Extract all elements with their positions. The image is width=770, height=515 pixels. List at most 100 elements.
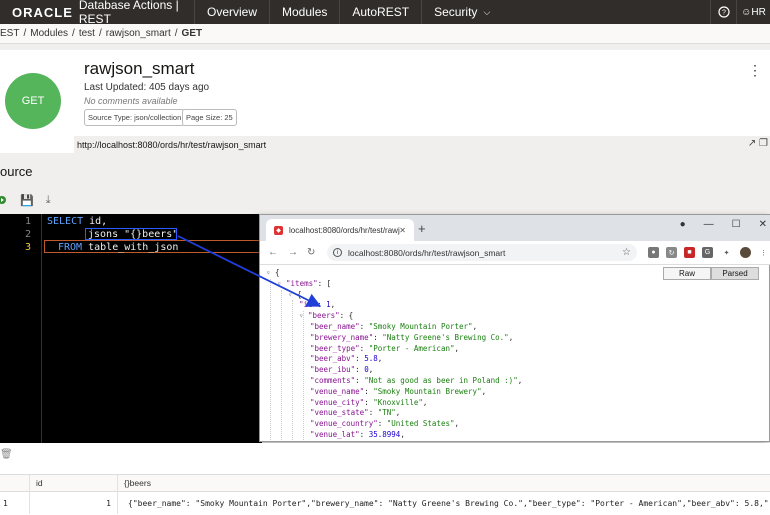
tab-title: localhost:8080/ords/hr/test/rawj [289, 225, 400, 235]
puzzle-icon[interactable]: ✦ [721, 247, 732, 258]
json-key: "beer_abv" [310, 354, 356, 364]
json-key: "venue_country" [310, 419, 378, 429]
user-menu[interactable]: ☺ HR [736, 0, 770, 24]
indent-guide [281, 289, 282, 441]
json-key: "beers" [308, 311, 340, 321]
json-key: "items" [286, 278, 318, 288]
json-line: ▿ { [288, 290, 302, 299]
indent-guide [303, 311, 304, 441]
browser-tab[interactable]: ◆ localhost:8080/ords/hr/test/rawj ✕ [266, 219, 414, 241]
favicon-icon: ◆ [274, 225, 283, 235]
minimize-icon[interactable]: — [704, 219, 714, 230]
menu-icon[interactable]: ⋮ [758, 247, 769, 258]
json-key: "venue_lat" [310, 430, 360, 439]
profile-icon[interactable]: ● [680, 219, 686, 230]
code-text: id, [83, 216, 108, 227]
source-type-chip: Source Type: json/collection [84, 109, 186, 126]
user-icon: ☺ [741, 6, 752, 18]
nav-autorest[interactable]: AutoREST [339, 0, 421, 24]
extension-icon[interactable]: ● [648, 247, 659, 258]
collapse-toggle-icon[interactable]: ▿ [288, 290, 297, 299]
browser-window: ◆ localhost:8080/ords/hr/test/rawj ✕ + ●… [259, 214, 770, 442]
json-value: : { [339, 311, 354, 321]
breadcrumb-item[interactable]: test [79, 28, 95, 39]
open-external-icon[interactable]: ↗ ❐ [748, 138, 768, 149]
json-value: "Porter - American" [368, 343, 455, 353]
extension-icon[interactable]: ↻ [666, 247, 677, 258]
nav-modules[interactable]: Modules [269, 0, 339, 24]
nav-security[interactable]: Security ⌵ [421, 0, 502, 24]
reload-icon[interactable]: ↻ [307, 247, 315, 258]
json-line: "venue_country": "United States", [310, 419, 460, 429]
page-size-chip: Page Size: 25 [182, 109, 237, 126]
json-line: ▿ "items": [ [277, 279, 331, 288]
line-number: 1 [24, 216, 31, 227]
breadcrumb-item[interactable]: Modules [30, 28, 68, 39]
run-icon[interactable] [0, 195, 8, 205]
breadcrumb-sep: / [23, 28, 27, 39]
brand[interactable]: ORACLE Database Actions | REST [0, 0, 194, 26]
collapse-toggle-icon[interactable]: ▿ [266, 268, 275, 277]
help-icon[interactable]: ? [710, 0, 736, 24]
rownum-header [0, 475, 30, 491]
close-tab-icon[interactable]: ✕ [399, 226, 406, 235]
user-name: HR [751, 6, 766, 18]
source-toolbar: 💾 ⤓ [0, 190, 51, 210]
browser-tab-bar: ◆ localhost:8080/ords/hr/test/rawj ✕ + ●… [260, 215, 770, 241]
json-value: "Knoxville" [373, 397, 423, 407]
column-header-id[interactable]: id [30, 475, 118, 491]
sql-editor[interactable]: 1 2 3 SELECT id, jsons "{}beers" FROM ta… [0, 214, 262, 443]
forward-icon[interactable]: → [288, 247, 298, 258]
trash-icon[interactable]: 🗑 [0, 449, 13, 460]
json-key: "venue_city" [310, 397, 365, 407]
table-row[interactable]: 1 1 {"beer_name": "Smoky Mountain Porter… [0, 492, 770, 514]
json-line: "venue_lat": 35.8994, [310, 430, 405, 439]
breadcrumb-item[interactable]: EST [0, 28, 19, 39]
back-icon[interactable]: ← [268, 247, 278, 258]
indent-guide [270, 278, 271, 441]
chevron-down-icon: ⌵ [483, 6, 491, 17]
avatar[interactable] [740, 247, 751, 258]
sql-keyword: SELECT [47, 216, 84, 227]
json-line: ▿ { [266, 268, 280, 277]
json-value: "Smoky Mountain Brewery" [373, 386, 482, 396]
row-number: 1 [0, 492, 30, 514]
code-text: table_with_json [82, 242, 179, 253]
json-line: "comments": "Not as good as beer in Pola… [310, 376, 523, 385]
json-value: "United States" [386, 419, 455, 429]
breadcrumb-item[interactable]: rawjson_smart [106, 28, 171, 39]
nav-overview[interactable]: Overview [194, 0, 269, 24]
cell-beers: {"beer_name": "Smoky Mountain Porter","b… [128, 498, 769, 508]
collapse-toggle-icon[interactable]: ▿ [299, 311, 308, 320]
extension-icon[interactable]: G [702, 247, 713, 258]
parsed-button[interactable]: Parsed [711, 267, 759, 280]
collapse-toggle-icon[interactable]: ▿ [277, 279, 286, 288]
handler-url-bar: http://localhost:8080/ords/hr/test/rawjs… [74, 136, 770, 153]
json-value: "Smoky Mountain Porter" [368, 322, 473, 331]
json-key: "venue_state" [310, 408, 369, 418]
breadcrumb-sep: / [174, 28, 178, 39]
maximize-icon[interactable]: ☐ [732, 219, 741, 230]
column-header-beers[interactable]: {}beers [118, 475, 770, 491]
save-icon[interactable]: 💾 [20, 194, 34, 207]
more-options-icon[interactable]: ⋮ [748, 62, 762, 79]
json-value: 35.8994 [368, 430, 401, 439]
download-icon[interactable]: ⤓ [46, 194, 51, 207]
line-number: 3 [24, 242, 31, 253]
json-line: "id": 1, [299, 300, 336, 310]
extension-icon[interactable]: ■ [684, 247, 695, 258]
url-input[interactable]: i localhost:8080/ords/hr/test/rawjson_sm… [327, 244, 637, 261]
raw-button[interactable]: Raw [663, 267, 711, 280]
close-window-icon[interactable]: ✕ [759, 219, 767, 230]
new-tab-icon[interactable]: + [418, 221, 426, 236]
json-line: "beer_abv": 5.8, [310, 354, 383, 364]
bookmark-star-icon[interactable]: ☆ [622, 247, 631, 258]
handler-url[interactable]: http://localhost:8080/ords/hr/test/rawjs… [77, 140, 266, 150]
breadcrumb-current: GET [181, 28, 203, 39]
json-key: "beer_type" [310, 343, 360, 353]
info-icon[interactable]: i [333, 248, 342, 257]
app-title: Database Actions | REST [78, 0, 179, 26]
handler-title: rawjson_smart [84, 59, 195, 78]
json-key: "beer_ibu" [310, 365, 356, 375]
breadcrumb: EST / Modules / test / rawjson_smart / G… [0, 24, 770, 44]
